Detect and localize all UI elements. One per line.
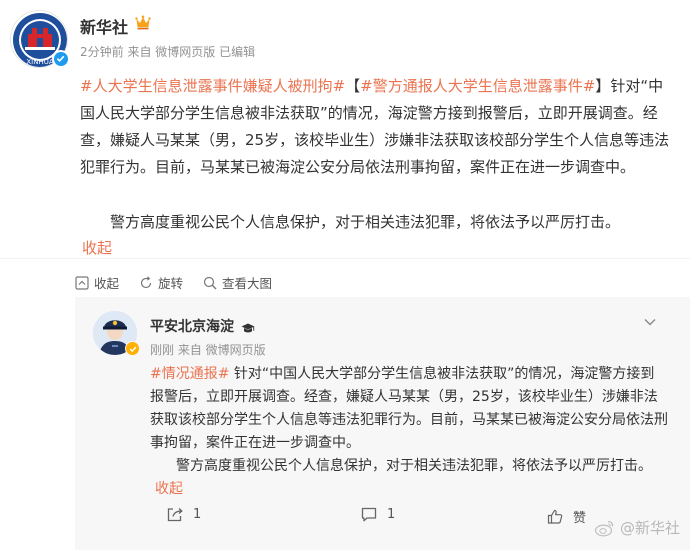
comment-count: 1 [387,507,396,522]
verified-icon [125,341,140,356]
post-body-paragraph: 警方高度重视公民个人信息保护，对于相关违法犯罪，将依法予以严厉打击。 [110,213,621,231]
repost-body-paragraph: 警方高度重视公民个人信息保护，对于相关违法犯罪，将依法予以严厉打击。 [176,458,652,474]
collapse-label: 收起 [94,276,120,291]
crown-icon [135,15,151,34]
repost-author-name[interactable]: 平安北京海淀 [150,316,234,336]
view-large-label: 查看大图 [222,276,273,291]
zoom-icon [203,276,217,289]
bracket-open: 【 [345,77,361,95]
chevron-down-icon[interactable] [644,311,656,330]
share-icon [167,508,183,522]
repost-collapse-link[interactable]: 收起 [155,478,183,498]
hashtag-link[interactable]: #情况通报# [150,366,229,382]
comment-icon [361,507,377,522]
divider [0,258,690,259]
like-button[interactable]: 赞 [547,507,586,526]
repost-count: 1 [193,507,202,522]
verified-icon [52,50,69,67]
comment-button[interactable]: 1 [361,507,395,522]
repost-card: 平安北京海淀 刚刚 来自 微博网页版 #情况通报# 针对“中国人民大学部分学生信… [75,297,690,550]
repost-author-avatar[interactable] [93,311,140,356]
image-toolbar: 收起 旋转 查看大图 [75,273,292,292]
svg-text:XINHUA: XINHUA [26,58,53,66]
collapse-image-button[interactable]: 收起 [75,273,119,292]
thumbs-up-icon [547,509,563,524]
rotate-icon [140,275,152,288]
like-count: 赞 [573,511,587,526]
hashtag-link[interactable]: #警方通报人大学生信息泄露事件# [360,77,595,95]
watermark-text: @新华社 [619,519,680,537]
graduation-cap-icon [241,319,255,338]
hashtag-link[interactable]: #人大学生信息泄露事件嫌疑人被刑拘# [80,77,345,95]
view-large-button[interactable]: 查看大图 [203,273,272,292]
post-meta: 2分钟前 来自 微博网页版 已编辑 [80,45,256,59]
weibo-watermark: @新华社 [594,517,680,538]
repost-text: #情况通报# 针对“中国人民大学部分学生信息被非法获取”的情况，海淀警方接到报警… [150,363,668,455]
share-button[interactable]: 1 [167,507,201,522]
collapse-icon [75,275,89,290]
rotate-label: 旋转 [158,276,184,291]
post-text: #人大学生信息泄露事件嫌疑人被刑拘#【#警方通报人大学生信息泄露事件#】针对“中… [80,73,676,181]
weibo-icon [594,520,614,536]
author-name[interactable]: 新华社 [80,14,128,38]
repost-meta: 刚刚 来自 微博网页版 [150,343,266,357]
author-avatar[interactable]: XINHUA [10,10,69,68]
rotate-button[interactable]: 旋转 [139,273,183,292]
bracket-close: 】 [595,77,611,95]
collapse-link[interactable]: 收起 [82,237,112,258]
